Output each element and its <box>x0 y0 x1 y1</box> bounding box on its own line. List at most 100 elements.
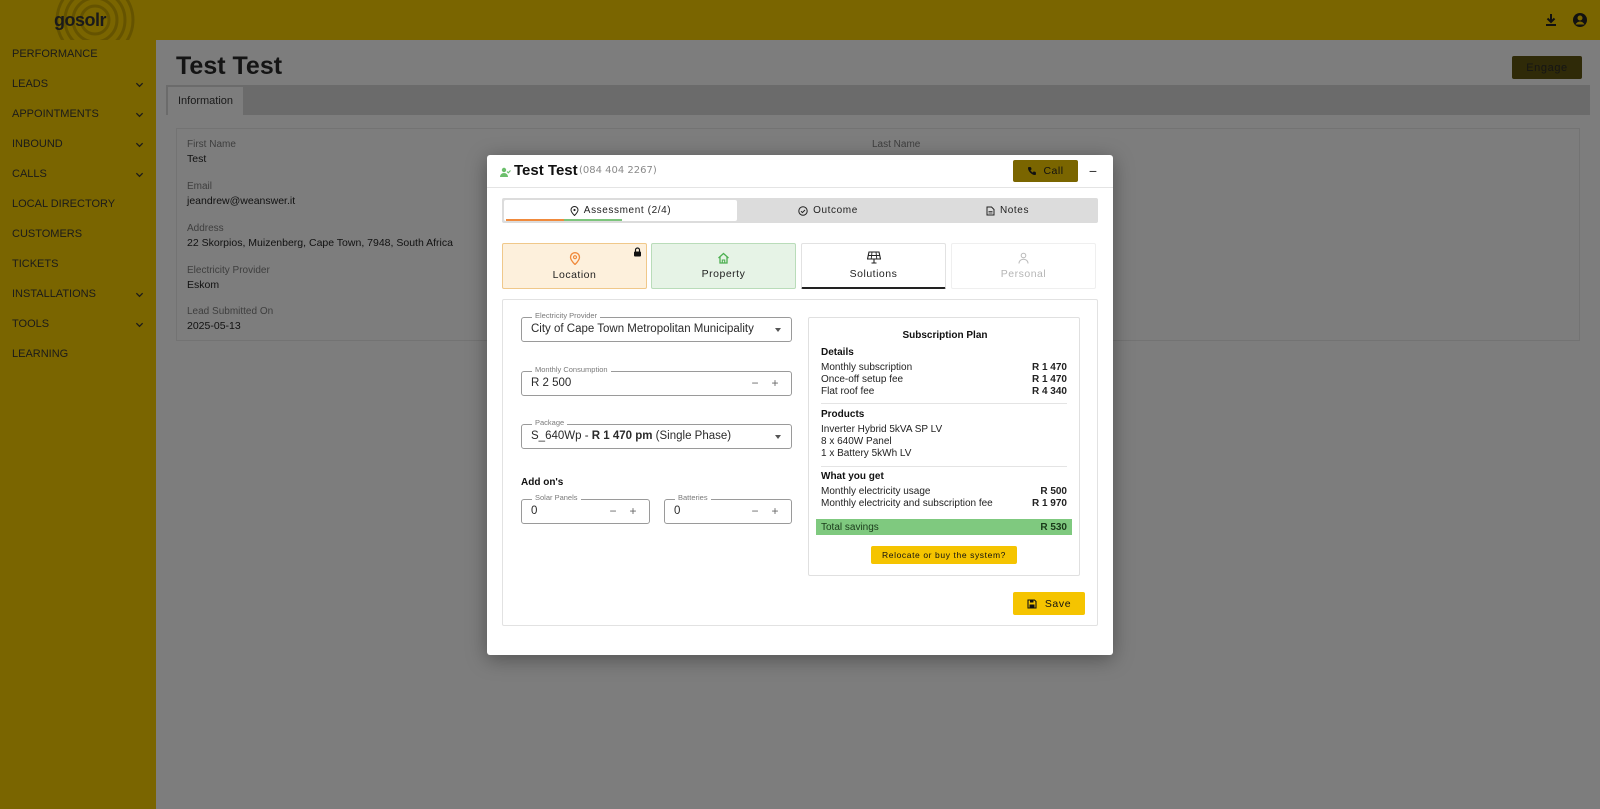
sidebar-item-label: CALLS <box>12 168 47 180</box>
tab-information[interactable]: Information <box>168 87 244 115</box>
top-bar: gosolr <box>0 0 1600 40</box>
engage-button[interactable]: Engage <box>1512 56 1582 79</box>
products-heading: Products <box>821 409 865 420</box>
step-property[interactable]: Property <box>651 243 796 289</box>
sidebar-item-label: LEARNING <box>12 348 69 360</box>
row-amount: R 1 970 <box>1031 498 1067 509</box>
call-button[interactable]: Call <box>1013 160 1078 182</box>
electricity-provider-value: City of Cape Town Metropolitan Municipal… <box>531 323 754 335</box>
decrement-button[interactable]: − <box>749 504 761 518</box>
solar-panel-icon <box>866 251 881 264</box>
sidebar-item-appointments[interactable]: APPOINTMENTS <box>12 104 144 124</box>
divider <box>821 403 1067 404</box>
sidebar-item-local-directory[interactable]: LOCAL DIRECTORY <box>12 194 144 214</box>
package-phase: (Single Phase) <box>652 430 732 442</box>
monthly-consumption-value[interactable]: R 2 500 <box>531 377 571 389</box>
user-icon <box>1018 252 1029 264</box>
batteries-value[interactable]: 0 <box>674 505 680 517</box>
last-name-label: Last Name <box>872 139 921 150</box>
step-location-label: Location <box>552 268 597 281</box>
tab-outcome[interactable]: Outcome <box>739 200 917 221</box>
chevron-down-icon <box>135 142 144 147</box>
relocate-button[interactable]: Relocate or buy the system? <box>871 546 1017 564</box>
sidebar-item-label: LEADS <box>12 78 49 90</box>
plan-title: Subscription Plan <box>902 330 988 341</box>
tab-notes-label: Notes <box>999 205 1030 216</box>
package-price: R 1 470 pm <box>591 430 653 442</box>
lead-modal: Test Test (084 404 2267) Call − Assessme… <box>487 155 1113 655</box>
package-legend: Package <box>532 418 568 427</box>
caret-down-icon <box>775 435 781 439</box>
page-title: Test Test <box>176 52 283 80</box>
sidebar-item-calls[interactable]: CALLS <box>12 164 144 184</box>
account-icon[interactable] <box>1572 12 1588 28</box>
monthly-consumption-legend: Monthly Consumption <box>532 365 611 374</box>
step-personal[interactable]: Personal <box>951 243 1096 289</box>
divider <box>821 466 1067 467</box>
step-property-label: Property <box>701 268 746 280</box>
sidebar-item-leads[interactable]: LEADS <box>12 74 144 94</box>
minimize-button[interactable]: − <box>1083 161 1103 181</box>
sidebar-item-inbound[interactable]: INBOUND <box>12 134 144 154</box>
submitted-label: Lead Submitted On <box>187 306 274 317</box>
solar-panels-stepper[interactable]: Solar Panels 0 − + <box>521 493 650 524</box>
phone-icon <box>1028 167 1037 175</box>
save-button[interactable]: Save <box>1013 592 1085 615</box>
download-icon[interactable] <box>1543 12 1559 28</box>
tab-notes[interactable]: Notes <box>919 200 1096 221</box>
row-amount: R 500 <box>1040 486 1067 497</box>
modal-header: Test Test (084 404 2267) Call − <box>487 155 1113 188</box>
package-select[interactable]: Package S_640Wp - R 1 470 pm (Single Pha… <box>521 418 792 449</box>
decrement-button[interactable]: − <box>749 376 761 390</box>
step-personal-label: Personal <box>1000 268 1047 280</box>
electricity-provider-select[interactable]: Electricity Provider City of Cape Town M… <box>521 311 792 342</box>
step-location[interactable]: Location <box>502 243 647 289</box>
product-item: 8 x 640W Panel <box>821 436 892 447</box>
row-label: Once-off setup fee <box>821 374 904 385</box>
product-item: Inverter Hybrid 5kVA SP LV <box>821 424 943 435</box>
sidebar: PERFORMANCE LEADS APPOINTMENTS INBOUND C… <box>0 40 156 809</box>
savings-amount: R 530 <box>1040 521 1067 533</box>
flat-roof-fee-row: Flat roof fee R 4 340 <box>821 386 1067 397</box>
monthly-consumption-stepper[interactable]: Monthly Consumption R 2 500 − + <box>521 365 792 396</box>
chevron-down-icon <box>135 292 144 297</box>
home-icon <box>718 252 729 264</box>
sidebar-item-label: CUSTOMERS <box>12 228 83 240</box>
batteries-stepper[interactable]: Batteries 0 − + <box>664 493 792 524</box>
solar-panels-value[interactable]: 0 <box>531 505 537 517</box>
check-circle-icon <box>798 205 808 216</box>
map-pin-icon <box>569 251 580 265</box>
sidebar-item-label: TOOLS <box>12 318 50 330</box>
sidebar-item-label: PERFORMANCE <box>12 48 98 60</box>
sidebar-item-customers[interactable]: CUSTOMERS <box>12 224 144 244</box>
decrement-button[interactable]: − <box>607 504 619 518</box>
sidebar-item-label: TICKETS <box>12 258 59 270</box>
row-amount: R 4 340 <box>1031 386 1067 397</box>
package-value: S_640Wp - R 1 470 pm (Single Phase) <box>531 430 731 442</box>
sidebar-item-learning[interactable]: LEARNING <box>12 344 144 364</box>
chevron-down-icon <box>135 322 144 327</box>
increment-button[interactable]: + <box>769 504 781 518</box>
increment-button[interactable]: + <box>769 376 781 390</box>
solar-panels-legend: Solar Panels <box>532 493 581 502</box>
assessment-progress-bar <box>506 219 739 221</box>
sidebar-item-tools[interactable]: TOOLS <box>12 314 144 334</box>
app-logo[interactable]: gosolr <box>54 10 107 31</box>
sidebar-item-installations[interactable]: INSTALLATIONS <box>12 284 144 304</box>
sidebar-item-performance[interactable]: PERFORMANCE <box>12 44 144 64</box>
step-solutions[interactable]: Solutions <box>801 243 946 289</box>
row-amount: R 1 470 <box>1031 374 1067 385</box>
document-icon <box>986 206 995 215</box>
chevron-down-icon <box>135 172 144 177</box>
sidebar-item-tickets[interactable]: TICKETS <box>12 254 144 274</box>
tab-assessment-label: Assessment (2/4) <box>583 205 672 216</box>
modal-title: Test Test <box>514 162 578 179</box>
increment-button[interactable]: + <box>627 504 639 518</box>
address-label: Address <box>187 223 224 234</box>
page-tabs: Information <box>166 85 1590 115</box>
user-check-icon <box>500 167 511 177</box>
tab-assessment[interactable]: Assessment (2/4) <box>504 200 737 221</box>
details-heading: Details <box>821 347 854 358</box>
save-button-label: Save <box>1044 597 1072 610</box>
row-label: Monthly electricity and subscription fee <box>821 498 993 509</box>
